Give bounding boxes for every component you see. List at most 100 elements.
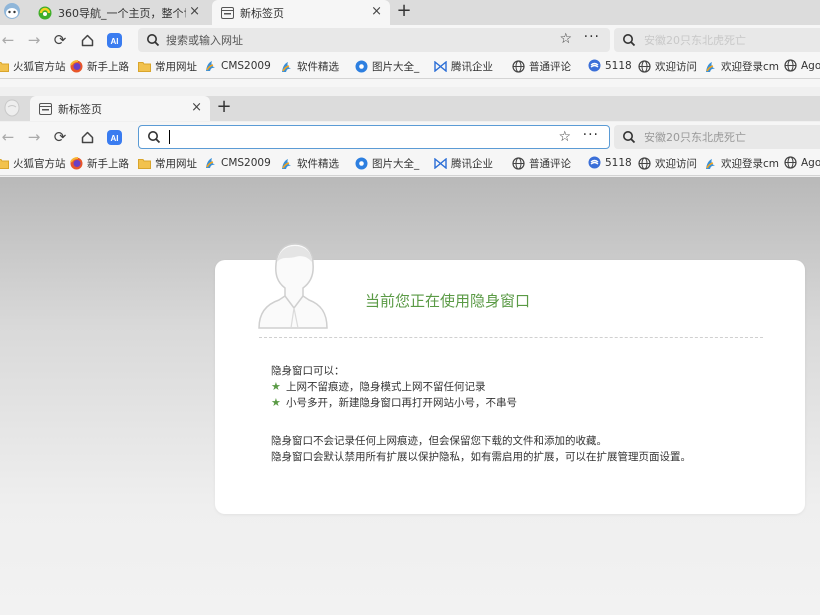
back-tab-newtab[interactable]: 新标签页 ×	[212, 0, 390, 25]
ai-assistant-icon[interactable]: AI	[104, 127, 124, 147]
private-window-page: 当前您正在使用隐身窗口 隐身窗口可以： ★ 上网不留痕迹，隐身模式上网不留任何记…	[0, 177, 820, 615]
folder-icon	[138, 157, 151, 170]
back-bookmarks-bar: 火狐官方站 新手上路 常用网址 CMS2009 软件精选 图片大全_ 腾讯企业 普通评论 511…	[0, 55, 820, 79]
incognito-user-icon	[258, 243, 328, 329]
bookmark-star-icon[interactable]: ☆	[559, 31, 572, 47]
bookmark-item[interactable]: 新手上路	[70, 59, 129, 74]
home-icon[interactable]	[77, 30, 97, 50]
tab-title: 新标签页	[58, 102, 102, 116]
bookmark-item[interactable]: CMS2009	[204, 156, 271, 169]
more-icon[interactable]: ···	[584, 29, 600, 45]
cms-icon	[204, 156, 217, 169]
bookmark-label: 常用网址	[155, 158, 197, 170]
bookmark-item[interactable]: Ago	[784, 156, 820, 169]
bookmark-label: 腾讯企业	[451, 61, 493, 73]
feature-item: ★ 上网不留痕迹，隐身模式上网不留任何记录	[271, 379, 691, 395]
bookmark-item[interactable]: 火狐官方站	[0, 156, 66, 171]
search-box[interactable]: 安徽20只东北虎死亡	[614, 28, 820, 52]
search-placeholder: 安徽20只东北虎死亡	[644, 34, 746, 47]
cms-icon	[704, 60, 717, 73]
bookmark-item[interactable]: 软件精选	[280, 156, 339, 171]
ai-assistant-icon[interactable]: AI	[104, 30, 124, 50]
bookmark-item[interactable]: 5118	[588, 59, 632, 72]
firefox-icon	[70, 157, 83, 170]
bookmark-item[interactable]: 新手上路	[70, 156, 129, 171]
note-text: 隐身窗口不会记录任何上网痕迹，但会保留您下载的文件和添加的收藏。	[271, 435, 607, 447]
bookmark-item[interactable]: 欢迎访问	[638, 156, 697, 171]
bookmark-item[interactable]: 普通评论	[512, 156, 571, 171]
svg-text:AI: AI	[110, 37, 118, 46]
bookmark-star-icon[interactable]: ☆	[558, 129, 571, 145]
5118-icon	[588, 156, 601, 169]
bookmark-item[interactable]: 欢迎登录cm	[704, 59, 779, 74]
browser-logo-icon[interactable]	[2, 2, 22, 22]
bookmark-item[interactable]: CMS2009	[204, 59, 271, 72]
bookmark-label: 欢迎登录cm	[721, 61, 780, 73]
bookmark-item[interactable]: 5118	[588, 156, 632, 169]
close-tab-icon[interactable]: ×	[371, 5, 382, 19]
search-placeholder: 安徽20只东北虎死亡	[644, 131, 746, 144]
note-text: 隐身窗口会默认禁用所有扩展以保护隐私，如有需启用的扩展，可以在扩展管理页面设置。	[271, 451, 691, 463]
bookmark-item[interactable]: 图片大全_	[355, 59, 419, 74]
bookmark-label: Ago	[801, 156, 820, 169]
address-placeholder: 搜索或输入网址	[166, 34, 243, 47]
360-logo-icon	[38, 6, 52, 20]
bookmark-label: 常用网址	[155, 61, 197, 73]
bookmark-item[interactable]: 普通评论	[512, 59, 571, 74]
close-tab-icon[interactable]: ×	[189, 5, 200, 19]
back-tabstrip: 360导航_一个主页，整个世界 × 新标签页 × +	[0, 0, 820, 25]
new-tab-button[interactable]: +	[394, 2, 414, 22]
front-tab-newtab[interactable]: 新标签页 ×	[30, 96, 210, 121]
more-icon[interactable]: ···	[583, 127, 599, 143]
search-icon	[148, 131, 161, 144]
close-tab-icon[interactable]: ×	[191, 101, 202, 115]
newtab-page-icon	[220, 6, 234, 20]
bookmark-item[interactable]: 腾讯企业	[434, 156, 493, 171]
feature-text: 上网不留痕迹，隐身模式上网不留任何记录	[286, 381, 486, 393]
new-tab-button[interactable]: +	[214, 98, 234, 118]
bookmark-item[interactable]: Ago	[784, 59, 820, 72]
folder-icon	[0, 60, 9, 73]
bookmark-item[interactable]: 腾讯企业	[434, 59, 493, 74]
bookmark-item[interactable]: 常用网址	[138, 59, 197, 74]
front-bookmarks-bar: 火狐官方站 新手上路 常用网址 CMS2009 软件精选 图片大全_ 腾讯企业 普通评论 511…	[0, 152, 820, 176]
bookmark-label: 新手上路	[87, 61, 129, 73]
bookmark-label: 图片大全_	[372, 61, 420, 73]
address-bar[interactable]: ☆ ···	[138, 125, 610, 149]
private-info-card: 当前您正在使用隐身窗口 隐身窗口可以： ★ 上网不留痕迹，隐身模式上网不留任何记…	[215, 243, 805, 514]
home-icon[interactable]	[77, 127, 97, 147]
tab-title: 360导航_一个主页，整个世界	[58, 6, 186, 20]
address-bar[interactable]: 搜索或输入网址 ☆ ···	[138, 28, 610, 52]
bookmark-item[interactable]: 常用网址	[138, 156, 197, 171]
reload-icon[interactable]: ⟳	[50, 30, 70, 50]
bookmark-item[interactable]: 火狐官方站	[0, 59, 66, 74]
private-mode-logo-icon[interactable]	[2, 98, 22, 118]
globe-icon	[512, 60, 525, 73]
back-arrow-icon[interactable]: ←	[0, 127, 18, 147]
cms-icon	[280, 60, 293, 73]
bookmark-item[interactable]: 软件精选	[280, 59, 339, 74]
folder-icon	[138, 60, 151, 73]
back-arrow-icon[interactable]: ←	[0, 30, 18, 50]
globe-icon	[784, 156, 797, 169]
back-tab-360[interactable]: 360导航_一个主页，整个世界 ×	[30, 0, 208, 25]
window-gap	[0, 79, 820, 87]
back-toolbar: ← → ⟳ AI 搜索或输入网址 ☆ ··· 安徽20只东北虎死亡	[0, 25, 820, 55]
search-icon	[147, 34, 160, 47]
bookmark-label: Ago	[801, 59, 820, 72]
tab-title: 新标签页	[240, 6, 284, 20]
green-star-icon: ★	[271, 380, 281, 393]
bookmark-item[interactable]: 图片大全_	[355, 156, 419, 171]
bookmark-item[interactable]: 欢迎登录cm	[704, 156, 779, 171]
bookmark-item[interactable]: 欢迎访问	[638, 59, 697, 74]
private-info-text: 隐身窗口可以： ★ 上网不留痕迹，隐身模式上网不留任何记录 ★ 小号多开，新建隐…	[271, 363, 691, 465]
forward-arrow-icon[interactable]: →	[24, 127, 44, 147]
bookmark-label: 5118	[605, 156, 632, 169]
image-icon	[355, 157, 368, 170]
search-box[interactable]: 安徽20只东北虎死亡	[614, 125, 820, 149]
forward-arrow-icon[interactable]: →	[24, 30, 44, 50]
folder-icon	[0, 157, 9, 170]
bookmark-label: 腾讯企业	[451, 158, 493, 170]
reload-icon[interactable]: ⟳	[50, 127, 70, 147]
bookmark-label: 欢迎访问	[655, 158, 697, 170]
